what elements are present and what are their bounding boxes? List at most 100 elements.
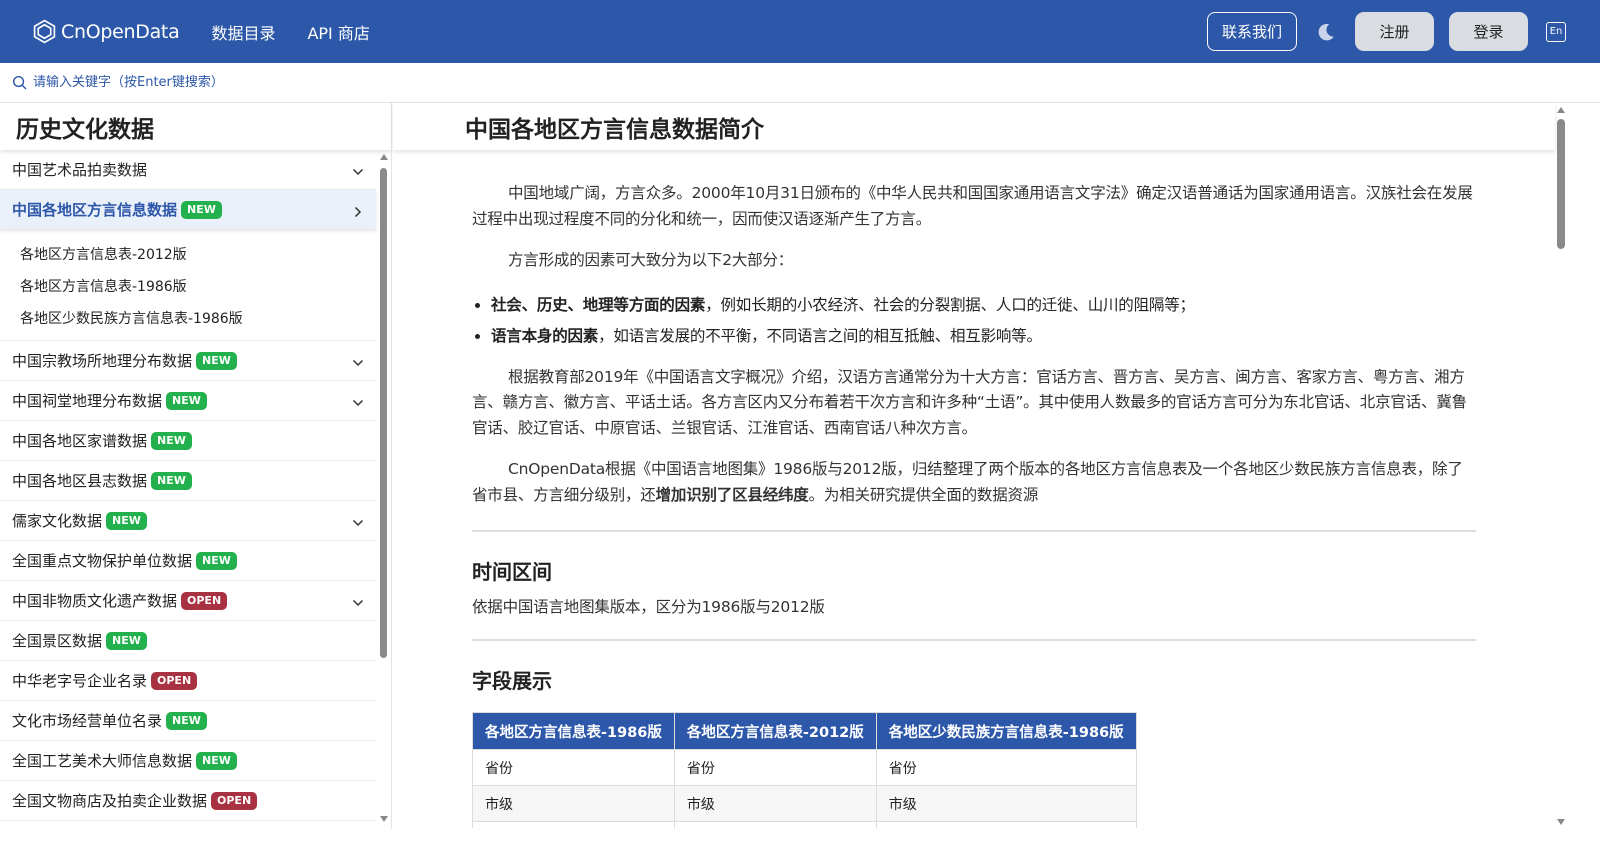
sidebar-item[interactable]: 全国重点文物保护单位数据 NEW [0, 541, 376, 581]
sidebar-item[interactable]: 全国文物商店及拍卖企业数据 OPEN [0, 781, 376, 821]
sidebar-item[interactable]: 中国各地区家谱数据 NEW [0, 421, 376, 461]
sidebar-item[interactable]: 全国景区数据 NEW [0, 621, 376, 661]
main-scrollbar[interactable] [1555, 103, 1567, 829]
status-badge: NEW [196, 551, 237, 570]
status-badge: OPEN [181, 591, 228, 610]
sidebar-item[interactable]: 中国祠堂地理分布数据 NEW [0, 381, 376, 421]
scroll-down-arrow-icon[interactable] [380, 816, 388, 822]
main-scrollbar-thumb[interactable] [1557, 119, 1565, 249]
sidebar: 历史文化数据 中国艺术品拍卖数据 中国各地区方言信息数据 NEW 各地区方言信息表-2… [0, 103, 392, 829]
sidebar-item-label: 中国各地区家谱数据 [12, 432, 148, 450]
status-badge: NEW [196, 351, 237, 370]
chevron-down-icon[interactable] [352, 515, 364, 527]
table-cell: 市级 [472, 785, 675, 822]
scroll-down-arrow-icon[interactable] [1557, 819, 1565, 825]
table-cell: 市级 [875, 785, 1137, 822]
table-row: 市级 市级 市级 [472, 785, 1137, 822]
fields-heading: 字段展示 [472, 669, 552, 693]
table-row: 区县 区县 区县 [472, 821, 1137, 828]
status-badge: NEW [151, 471, 192, 490]
status-badge: NEW [106, 511, 147, 530]
divider [472, 639, 1476, 641]
table-cell: 省份 [472, 749, 675, 786]
cnopendata-paragraph: CnOpenData根据《中国语言地图集》1986版与2012版，归结整理了两个… [472, 457, 1476, 508]
dialects-paragraph: 根据教育部2019年《中国语言文字概况》介绍，汉语方言通常分为十大方言：官话方言… [472, 367, 1467, 437]
table-header: 各地区少数民族方言信息表-1986版 [875, 712, 1137, 750]
bullet-text: ，如语言发展的不平衡，不同语言之间的相互抵触、相互影响等。 [598, 326, 1042, 345]
sidebar-item-label: 中华老字号企业名录 [12, 672, 148, 690]
dark-mode-moon-icon[interactable] [1315, 21, 1337, 43]
search-icon [12, 75, 27, 90]
bullet-text: ，例如长期的小农经济、社会的分裂割据、人口的迁徙、山川的阻隔等； [705, 295, 1195, 314]
chevron-down-icon[interactable] [352, 164, 364, 176]
sidebar-item[interactable]: 中国艺术品拍卖数据 [0, 150, 376, 190]
time-range-text: 依据中国语言地图集版本，区分为1986版与2012版 [472, 598, 825, 616]
status-badge: NEW [151, 431, 192, 450]
chevron-down-icon[interactable] [352, 595, 364, 607]
table-header: 各地区方言信息表-2012版 [673, 712, 877, 750]
hexagon-logo-icon [33, 19, 56, 44]
scroll-up-arrow-icon[interactable] [380, 154, 388, 160]
sidebar-subitems: 各地区方言信息表-2012版 各地区方言信息表-1986版 各地区少数民族方言信息表… [0, 230, 376, 341]
scroll-up-arrow-icon[interactable] [1557, 107, 1565, 113]
chevron-right-icon[interactable] [352, 204, 364, 218]
language-switch-icon[interactable]: En [1546, 21, 1566, 42]
sidebar-subitem[interactable]: 各地区少数民族方言信息表-1986版 [0, 302, 376, 334]
table-row: 省份 省份 省份 [472, 749, 1137, 786]
sidebar-item-label: 全国景区数据 [12, 632, 103, 650]
table-cell: 区县 [472, 821, 675, 828]
nav-api-store[interactable]: API 商店 [307, 20, 369, 44]
sidebar-item-label: 儒家文化数据 [12, 512, 103, 530]
factors-paragraph: 方言形成的因素可大致分为以下2大部分： [508, 251, 794, 269]
register-button[interactable]: 注册 [1355, 12, 1434, 51]
sidebar-item-label: 全国工艺美术大师信息数据 [12, 752, 193, 770]
sidebar-item[interactable]: 中国各地区方言信息数据 NEW [0, 190, 376, 230]
intro-paragraph: 中国地域广阔，方言众多。2000年10月31日颁布的《中华人民共和国国家通用语言… [472, 184, 1473, 228]
chevron-down-icon[interactable] [352, 395, 364, 407]
top-navbar: CnOpenData 数据目录 API 商店 联系我们 注册 登录 En [0, 0, 1600, 63]
brand-logo[interactable]: CnOpenData [32, 19, 180, 44]
sidebar-item[interactable]: 中国非物质文化遗产数据 OPEN [0, 581, 376, 621]
sidebar-item-label: 中国各地区县志数据 [12, 472, 148, 490]
login-button[interactable]: 登录 [1449, 12, 1528, 51]
para-bold: 增加识别了区县经纬度 [655, 485, 809, 504]
search-bar [0, 63, 1600, 103]
status-badge: NEW [166, 711, 207, 730]
sidebar-item-label: 文化市场经营单位名录 [12, 712, 163, 730]
sidebar-item[interactable]: 中华老字号企业名录 OPEN [0, 661, 376, 701]
sidebar-item-label: 中国艺术品拍卖数据 [12, 161, 148, 179]
bullet-bold: 社会、历史、地理等方面的因素 [491, 295, 706, 314]
sidebar-title: 历史文化数据 [0, 103, 391, 150]
table-header: 各地区方言信息表-1986版 [472, 712, 675, 750]
sidebar-item[interactable]: 全国工艺美术大师信息数据 NEW [0, 741, 376, 781]
bullet-bold: 语言本身的因素 [491, 326, 599, 345]
sidebar-item[interactable]: 中国宗教场所地理分布数据 NEW [0, 341, 376, 381]
chevron-down-icon[interactable] [352, 355, 364, 367]
sidebar-item-label: 中国非物质文化遗产数据 [12, 592, 178, 610]
nav-data-catalog[interactable]: 数据目录 [211, 20, 275, 44]
brand-name: CnOpenData [61, 20, 180, 43]
status-badge: OPEN [211, 791, 258, 810]
sidebar-subitem[interactable]: 各地区方言信息表-1986版 [0, 270, 376, 302]
table-cell: 市级 [673, 785, 877, 822]
status-badge: NEW [106, 631, 147, 650]
list-item: 社会、历史、地理等方面的因素，例如长期的小农经济、社会的分裂割据、人口的迁徙、山… [491, 290, 1476, 321]
sidebar-subitem[interactable]: 各地区方言信息表-2012版 [0, 238, 376, 270]
sidebar-scrollbar-thumb[interactable] [380, 168, 387, 658]
sidebar-item[interactable]: 儒家文化数据 NEW [0, 501, 376, 541]
sidebar-scrollbar[interactable] [378, 150, 388, 829]
status-badge: NEW [166, 391, 207, 410]
para-text: 。为相关研究提供全面的数据资源 [808, 485, 1039, 504]
sidebar-item-label: 中国各地区方言信息数据 [12, 201, 178, 219]
table-cell: 省份 [673, 749, 877, 786]
sidebar-list: 中国艺术品拍卖数据 中国各地区方言信息数据 NEW 各地区方言信息表-2012版 各地区… [0, 150, 376, 821]
contact-us-button[interactable]: 联系我们 [1206, 12, 1297, 51]
sidebar-item-label: 全国文物商店及拍卖企业数据 [12, 792, 208, 810]
fields-table: 各地区方言信息表-1986版 各地区方言信息表-2012版 各地区少数民族方言信… [472, 712, 1137, 828]
search-input[interactable] [33, 75, 433, 90]
sidebar-item[interactable]: 中国各地区县志数据 NEW [0, 461, 376, 501]
sidebar-item[interactable]: 文化市场经营单位名录 NEW [0, 701, 376, 741]
table-cell: 省份 [875, 749, 1137, 786]
page-title: 中国各地区方言信息数据简介 [393, 103, 1555, 150]
table-cell: 区县 [875, 821, 1137, 828]
